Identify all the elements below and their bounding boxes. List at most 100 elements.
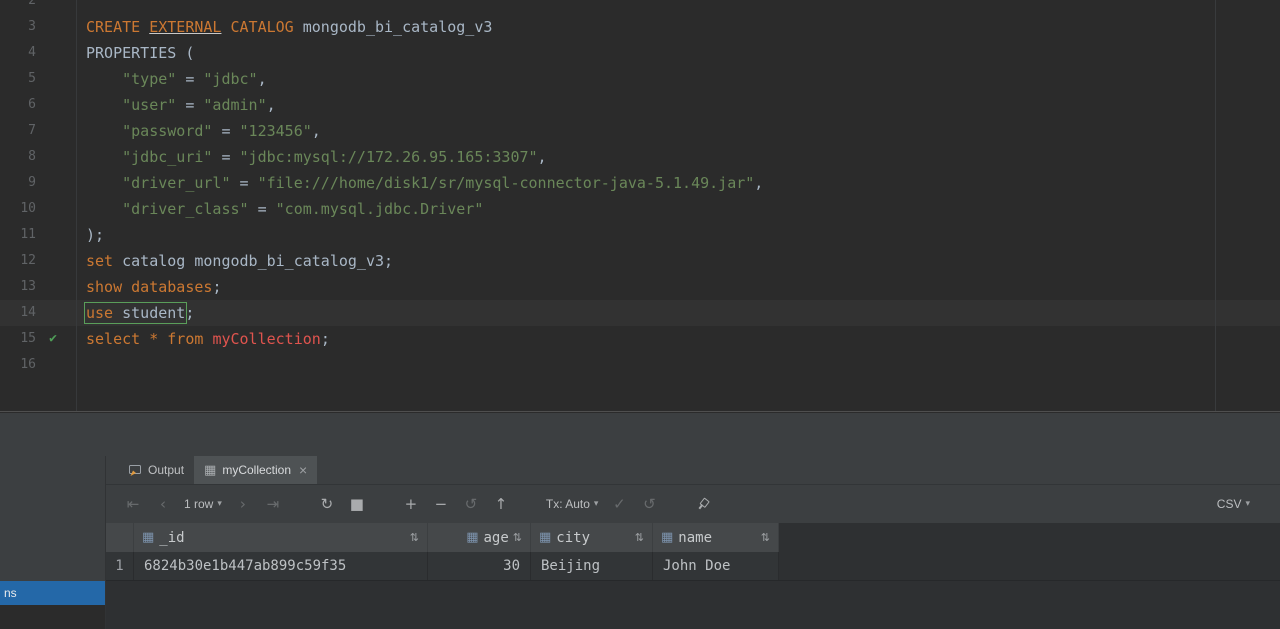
gutter-icon-slot: [36, 92, 70, 118]
code-token: ;: [321, 330, 330, 348]
grid-body: 16824b30e1b447ab899c59f3530BeijingJohn D…: [106, 552, 1280, 581]
line-number: 14: [0, 300, 36, 326]
code-line[interactable]: 13show databases;: [0, 274, 1280, 300]
column-header-city[interactable]: ▦city⇅: [531, 523, 653, 552]
gutter-icon-slot: [36, 248, 70, 274]
code-text: "driver_class" = "com.mysql.jdbc.Driver": [76, 196, 483, 222]
column-header-content: ▦_id: [142, 530, 185, 546]
first-row-icon[interactable]: ⇤: [121, 492, 145, 516]
tx-mode-dropdown-label: Tx: Auto: [546, 497, 590, 511]
code-line[interactable]: 9 "driver_url" = "file:///home/disk1/sr/…: [0, 170, 1280, 196]
last-row-icon[interactable]: ⇥: [261, 492, 285, 516]
code-line[interactable]: 14use student;: [0, 300, 1280, 326]
code-token: ,: [258, 70, 267, 88]
code-token: [86, 122, 122, 140]
editor-gutter: 13: [0, 274, 76, 300]
column-label: _id: [159, 530, 184, 546]
reload-data-icon[interactable]: ↻: [315, 492, 339, 516]
row-number[interactable]: 1: [106, 552, 134, 580]
code-token: "jdbc_uri": [122, 148, 212, 166]
statement-success-icon: ✔: [36, 326, 70, 352]
page-size-dropdown[interactable]: 1 row▾: [184, 497, 222, 511]
code-token: "driver_class": [122, 200, 248, 218]
table-column-icon: ▦: [661, 530, 673, 545]
cell-_id[interactable]: 6824b30e1b447ab899c59f35: [134, 552, 428, 580]
tab-output[interactable]: Output: [118, 456, 194, 484]
gutter-icon-slot: [36, 144, 70, 170]
code-line[interactable]: 4PROPERTIES (: [0, 40, 1280, 66]
editor-gutter: 12: [0, 248, 76, 274]
close-tab-icon[interactable]: ×: [299, 462, 307, 478]
pin-icon[interactable]: [691, 492, 715, 516]
code-text: set catalog mongodb_bi_catalog_v3;: [76, 248, 393, 274]
editor-gutter: 7: [0, 118, 76, 144]
code-line[interactable]: 10 "driver_class" = "com.mysql.jdbc.Driv…: [0, 196, 1280, 222]
line-number: 4: [0, 40, 36, 66]
code-line[interactable]: 12set catalog mongodb_bi_catalog_v3;: [0, 248, 1280, 274]
code-line[interactable]: 7 "password" = "123456",: [0, 118, 1280, 144]
submit-icon[interactable]: ↑: [489, 492, 513, 516]
gutter-icon-slot: [36, 300, 70, 326]
code-token: CREATE: [86, 18, 140, 36]
stop-icon[interactable]: ■: [345, 492, 369, 516]
tab-mycollection[interactable]: ▦myCollection×: [194, 456, 317, 484]
code-line[interactable]: 6 "user" = "admin",: [0, 92, 1280, 118]
table-column-icon: ▦: [466, 530, 478, 545]
code-token: myCollection: [212, 330, 320, 348]
code-line[interactable]: 8 "jdbc_uri" = "jdbc:mysql://172.26.95.1…: [0, 144, 1280, 170]
code-token: *: [149, 330, 158, 348]
add-row-icon[interactable]: +: [399, 492, 423, 516]
grid-header: ▦_id⇅▦age⇅▦city⇅▦name⇅: [106, 523, 1280, 552]
line-number: 8: [0, 144, 36, 170]
left-rail-spacer: [0, 456, 105, 581]
sort-icon[interactable]: ⇅: [410, 531, 419, 544]
cell-name[interactable]: John Doe: [653, 552, 779, 580]
previous-page-icon[interactable]: ‹: [151, 492, 175, 516]
code-token: "password": [122, 122, 212, 140]
sort-icon[interactable]: ⇅: [635, 531, 644, 544]
gutter-separator: [76, 0, 77, 412]
cell-city[interactable]: Beijing: [531, 552, 653, 580]
code-line[interactable]: 2: [0, 0, 1280, 14]
code-line[interactable]: 11);: [0, 222, 1280, 248]
editor-gutter: 8: [0, 144, 76, 170]
chevron-down-icon: ▾: [594, 499, 599, 509]
revert-changes-icon[interactable]: ↺: [459, 492, 483, 516]
column-header-content: ▦ name: [661, 530, 712, 546]
tx-mode-dropdown[interactable]: Tx: Auto ▾: [546, 497, 599, 511]
column-header-age[interactable]: ▦ age ⇅: [428, 523, 531, 552]
code-token: [140, 18, 149, 36]
column-header-name[interactable]: ▦ name ⇅: [653, 523, 779, 552]
cell-age[interactable]: 30: [428, 552, 531, 580]
column-label: age: [483, 530, 508, 546]
sort-icon[interactable]: ⇅: [761, 531, 770, 544]
code-editor[interactable]: 23CREATE EXTERNAL CATALOG mongodb_bi_cat…: [0, 0, 1280, 412]
code-line[interactable]: 16: [0, 352, 1280, 378]
tool-window-left-rail: ns: [0, 456, 105, 629]
commit-icon[interactable]: ✓: [607, 492, 631, 516]
next-page-icon[interactable]: ›: [231, 492, 255, 516]
csv-dropdown[interactable]: CSV ▾: [1217, 497, 1250, 511]
code-text: "password" = "123456",: [76, 118, 321, 144]
column-header-_id[interactable]: ▦_id ⇅: [134, 523, 428, 552]
code-token: "type": [122, 70, 176, 88]
code-token: [140, 330, 149, 348]
editor-lines: 23CREATE EXTERNAL CATALOG mongodb_bi_cat…: [0, 0, 1280, 378]
code-token: =: [249, 200, 276, 218]
delete-row-icon[interactable]: −: [429, 492, 453, 516]
rollback-icon[interactable]: ↺: [637, 492, 661, 516]
code-line[interactable]: 3CREATE EXTERNAL CATALOG mongodb_bi_cata…: [0, 14, 1280, 40]
code-token: "123456": [240, 122, 312, 140]
code-line[interactable]: 15✔select * from myCollection;: [0, 326, 1280, 352]
code-line[interactable]: 5 "type" = "jdbc",: [0, 66, 1280, 92]
sort-icon[interactable]: ⇅: [513, 531, 522, 544]
code-token: CATALOG: [231, 18, 294, 36]
gutter-icon-slot: [36, 66, 70, 92]
code-token: "jdbc:mysql://172.26.95.165:3307": [240, 148, 538, 166]
column-label: name: [678, 530, 712, 546]
code-token: =: [231, 174, 258, 192]
chevron-down-icon: ▾: [1245, 499, 1250, 509]
code-token: ;: [212, 278, 221, 296]
code-text: show databases;: [76, 274, 221, 300]
tool-window-button[interactable]: ns: [0, 581, 105, 605]
